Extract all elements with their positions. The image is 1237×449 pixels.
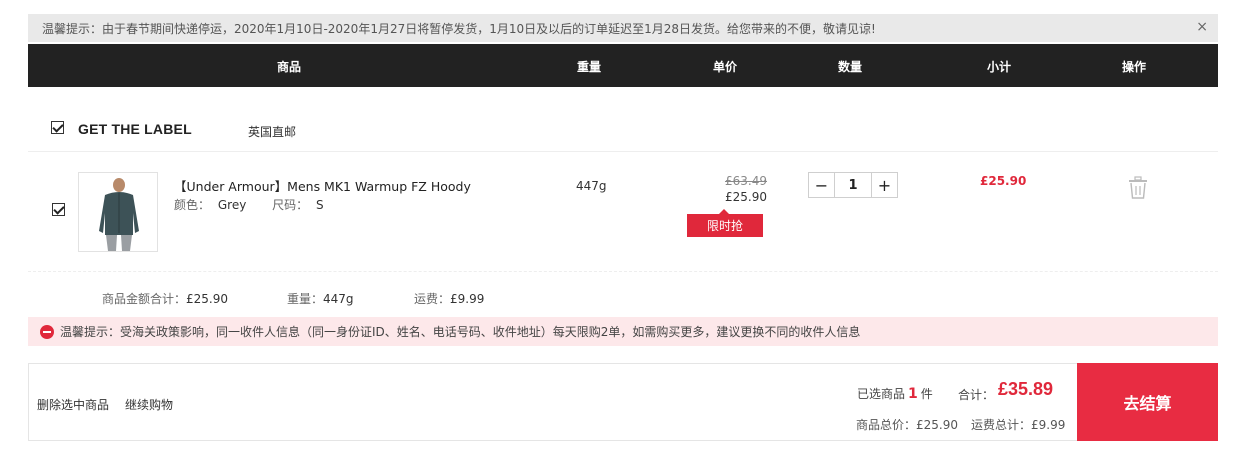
delete-selected-link[interactable]: 删除选中商品 — [37, 396, 109, 413]
amount-summary: 商品金额合计：£25.90 — [102, 290, 228, 307]
cart-item-row: 【Under Armour】Mens MK1 Warmup FZ Hoody 颜… — [28, 152, 1218, 272]
total-amount: £35.89 — [998, 379, 1054, 399]
shop-name: GET THE LABEL — [78, 121, 192, 137]
checkout-bar: 删除选中商品 继续购物 已选商品 1 件 合计： £35.89 商品总价：£25.9… — [28, 363, 1218, 441]
close-icon[interactable]: × — [1196, 19, 1208, 35]
item-subtotal: £25.90 — [980, 174, 1027, 188]
customs-warning: 温馨提示：受海关政策影响，同一收件人信息（同一身份证ID、姓名、电话号码、收件地… — [28, 317, 1218, 346]
header-unit-price: 单价 — [712, 60, 738, 74]
weight-value: 447g — [323, 292, 354, 306]
shipping-label: 运费： — [414, 292, 451, 306]
item-checkbox[interactable] — [52, 203, 65, 216]
header-subtotal: 小计 — [986, 60, 1012, 74]
goods-total: 商品总价：£25.90 — [856, 416, 958, 433]
shipping-summary: 运费：£9.99 — [414, 290, 484, 307]
selected-prefix: 已选商品 — [857, 387, 906, 401]
notice-bar: 温馨提示：由于春节期间快递停运，2020年1月10日-2020年1月27日将暂停… — [28, 14, 1218, 42]
cart-table-header: 商品 重量 单价 数量 小计 操作 — [28, 44, 1218, 87]
item-weight: 447g — [576, 179, 607, 193]
product-image[interactable] — [78, 172, 158, 252]
color-value: Grey — [217, 198, 247, 212]
total-label: 合计： — [958, 388, 995, 402]
continue-shopping-link[interactable]: 继续购物 — [125, 396, 173, 413]
checkout-button[interactable]: 去结算 — [1077, 363, 1218, 441]
header-product: 商品 — [276, 60, 302, 74]
shipping-total-label: 运费总计： — [971, 418, 1032, 432]
header-quantity: 数量 — [837, 60, 863, 74]
goods-total-value: £25.90 — [916, 418, 959, 432]
minus-circle-icon — [40, 324, 54, 339]
decrease-quantity-button[interactable]: − — [809, 173, 834, 197]
quantity-stepper: − 1 + — [808, 172, 898, 198]
header-weight: 重量 — [576, 60, 602, 74]
increase-quantity-button[interactable]: + — [872, 173, 897, 197]
shipping-total: 运费总计：£9.99 — [971, 416, 1065, 433]
hoodie-image — [79, 173, 157, 251]
size-label: 尺码： — [272, 198, 309, 212]
quantity-input[interactable]: 1 — [834, 173, 872, 197]
shop-row: GET THE LABEL 英国直邮 — [28, 104, 1218, 152]
header-action: 操作 — [1121, 60, 1147, 74]
weight-summary: 重量：447g — [287, 290, 354, 307]
original-price: £63.49 — [725, 174, 767, 188]
flash-sale-badge: 限时抢 — [687, 209, 763, 237]
selected-count-number: 1 — [908, 386, 918, 402]
notice-text: 温馨提示：由于春节期间快递停运，2020年1月10日-2020年1月27日将暂停… — [42, 21, 876, 36]
shop-summary: 商品金额合计：£25.90 重量：447g 运费：£9.99 — [28, 272, 1218, 316]
amount-label: 商品金额合计： — [102, 292, 187, 306]
selected-suffix: 件 — [920, 387, 933, 401]
size-value: S — [315, 198, 324, 212]
shipping-total-value: £9.99 — [1031, 418, 1066, 432]
amount-value: £25.90 — [186, 292, 229, 306]
unit-price: £25.90 — [725, 190, 767, 204]
warning-text: 温馨提示：受海关政策影响，同一收件人信息（同一身份证ID、姓名、电话号码、收件地… — [60, 325, 861, 339]
product-attributes: 颜色： Grey 尺码： S — [174, 196, 324, 213]
shop-tag: 英国直邮 — [248, 125, 297, 139]
color-label: 颜色： — [174, 198, 211, 212]
product-name[interactable]: 【Under Armour】Mens MK1 Warmup FZ Hoody — [174, 176, 471, 195]
selected-count: 已选商品 1 件 — [857, 385, 933, 402]
trash-icon[interactable] — [1127, 176, 1149, 200]
weight-label: 重量： — [287, 292, 324, 306]
shop-checkbox[interactable] — [51, 121, 64, 134]
shipping-value: £9.99 — [450, 292, 485, 306]
goods-total-label: 商品总价： — [856, 418, 917, 432]
